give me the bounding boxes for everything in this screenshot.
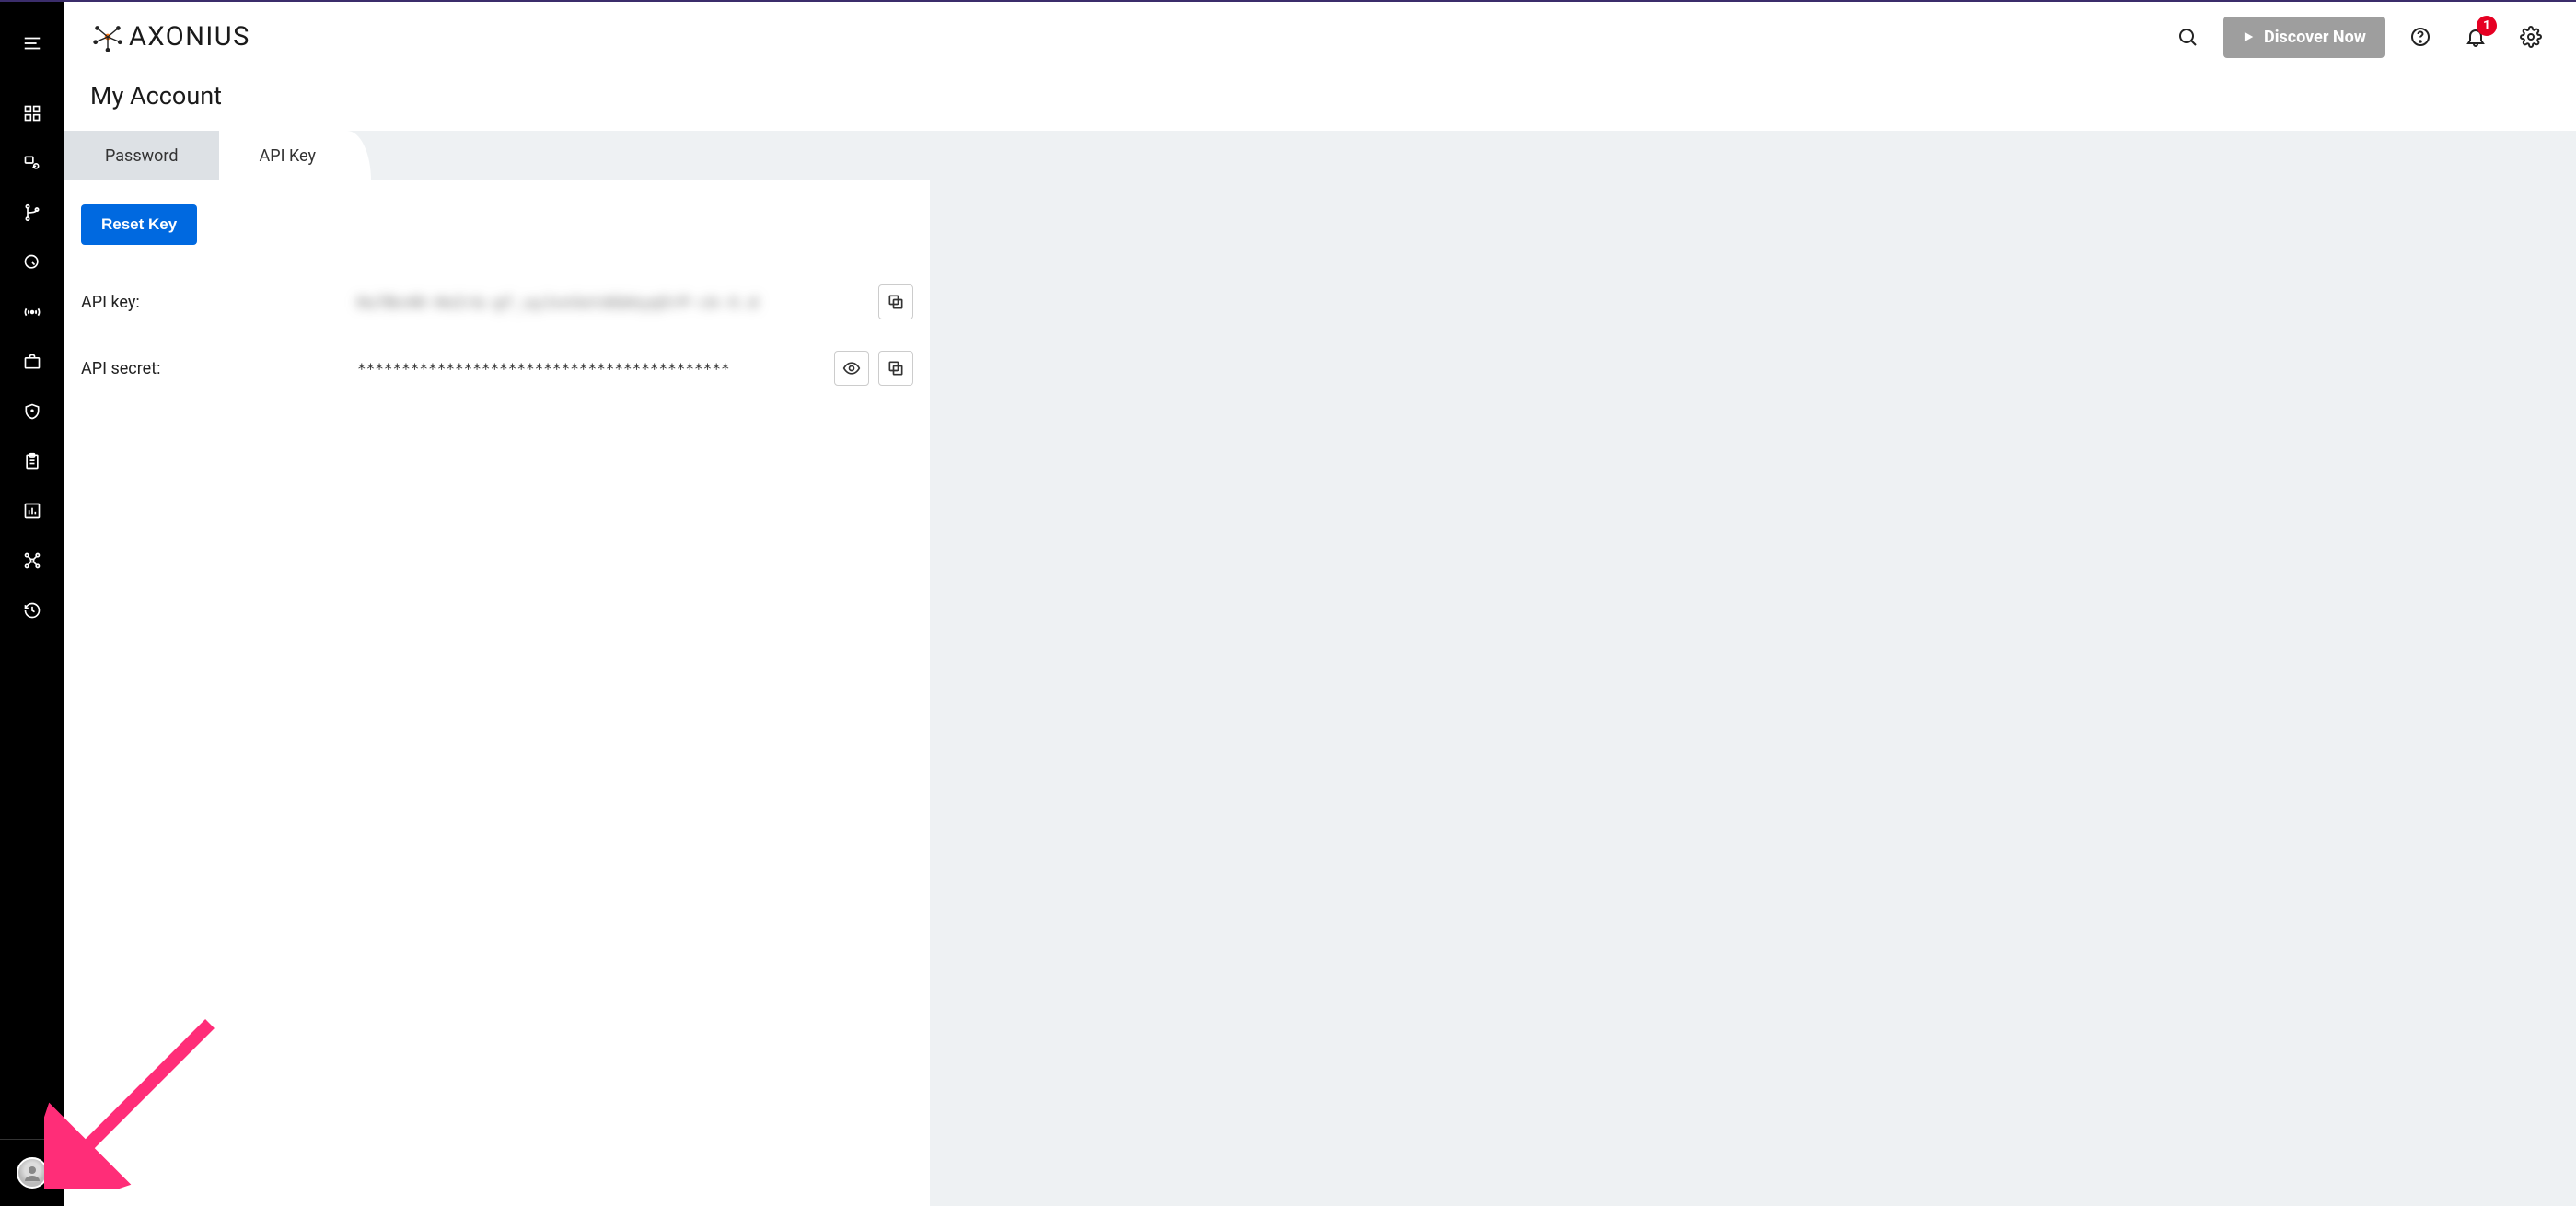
help-button[interactable] <box>2401 17 2440 56</box>
tab-label: API Key <box>260 146 316 166</box>
nav-analytics[interactable] <box>0 486 64 536</box>
nodes-icon <box>23 551 41 570</box>
copy-icon <box>887 293 905 311</box>
brand-mark-icon <box>90 19 125 54</box>
help-icon <box>2409 26 2431 48</box>
menu-icon <box>22 33 42 53</box>
briefcase-icon <box>23 353 41 371</box>
grid-icon <box>23 104 41 122</box>
api-key-value: Hu7Bv48-HoIr&-gf_uyJxnSetdGbkyq5rP-ck-X.… <box>357 294 759 311</box>
settings-button[interactable] <box>2512 17 2550 56</box>
eye-icon <box>842 359 861 377</box>
nav-dashboard[interactable] <box>0 88 64 138</box>
history-icon <box>23 601 41 620</box>
avatar-icon <box>17 1157 48 1189</box>
notifications-button[interactable]: 1 <box>2456 17 2495 56</box>
git-branch-icon <box>23 203 41 222</box>
notification-badge: 1 <box>2477 16 2497 36</box>
copy-api-key-button[interactable] <box>878 284 913 319</box>
tab-password[interactable]: Password <box>64 131 219 180</box>
copy-api-secret-button[interactable] <box>878 351 913 386</box>
brand-logo[interactable]: AXONIUS <box>90 19 250 54</box>
api-key-panel: Reset Key API key: Hu7Bv48-HoIr&-gf_uyJx… <box>64 180 930 1206</box>
nav-search[interactable] <box>0 238 64 287</box>
gear-icon <box>2520 26 2542 48</box>
nav-toggle-menu[interactable] <box>0 18 64 68</box>
nav-divider <box>0 1139 64 1140</box>
topbar: AXONIUS Discover Now <box>64 2 2576 72</box>
copy-icon <box>887 359 905 377</box>
nav-users[interactable] <box>0 138 64 188</box>
reset-key-button[interactable]: Reset Key <box>81 204 197 245</box>
api-secret-row: API secret: ****************************… <box>81 350 913 387</box>
search-button[interactable] <box>2168 17 2207 56</box>
nav-branches[interactable] <box>0 188 64 238</box>
user-link-icon <box>23 154 41 172</box>
discover-label: Discover Now <box>2264 28 2366 47</box>
nav-briefcase[interactable] <box>0 337 64 387</box>
content-area: Reset Key API key: Hu7Bv48-HoIr&-gf_uyJx… <box>64 180 2576 1206</box>
reveal-api-secret-button[interactable] <box>834 351 869 386</box>
page-header: My Account <box>64 72 2576 131</box>
bar-chart-icon <box>23 502 41 520</box>
search-icon <box>2176 26 2199 48</box>
broadcast-icon <box>22 302 42 322</box>
clipboard-icon <box>23 452 41 470</box>
nav-signals[interactable] <box>0 287 64 337</box>
nav-nodes[interactable] <box>0 536 64 586</box>
play-icon <box>2242 30 2255 43</box>
nav-account[interactable] <box>0 1145 64 1200</box>
api-key-label: API key: <box>81 293 357 312</box>
page-title: My Account <box>90 81 2550 110</box>
shield-icon <box>23 402 41 421</box>
api-secret-label: API secret: <box>81 359 357 378</box>
circle-search-icon <box>23 253 41 272</box>
nav-history[interactable] <box>0 586 64 635</box>
api-secret-value: ****************************************… <box>357 360 730 377</box>
nav-reports[interactable] <box>0 436 64 486</box>
left-nav <box>0 2 64 1206</box>
discover-now-button[interactable]: Discover Now <box>2223 17 2385 58</box>
nav-security[interactable] <box>0 387 64 436</box>
tabs: Password API Key <box>64 131 2576 180</box>
api-key-row: API key: Hu7Bv48-HoIr&-gf_uyJxnSetdGbkyq… <box>81 284 913 320</box>
tab-api-key[interactable]: API Key <box>219 131 371 180</box>
tab-label: Password <box>105 146 179 166</box>
brand-name: AXONIUS <box>129 21 250 52</box>
